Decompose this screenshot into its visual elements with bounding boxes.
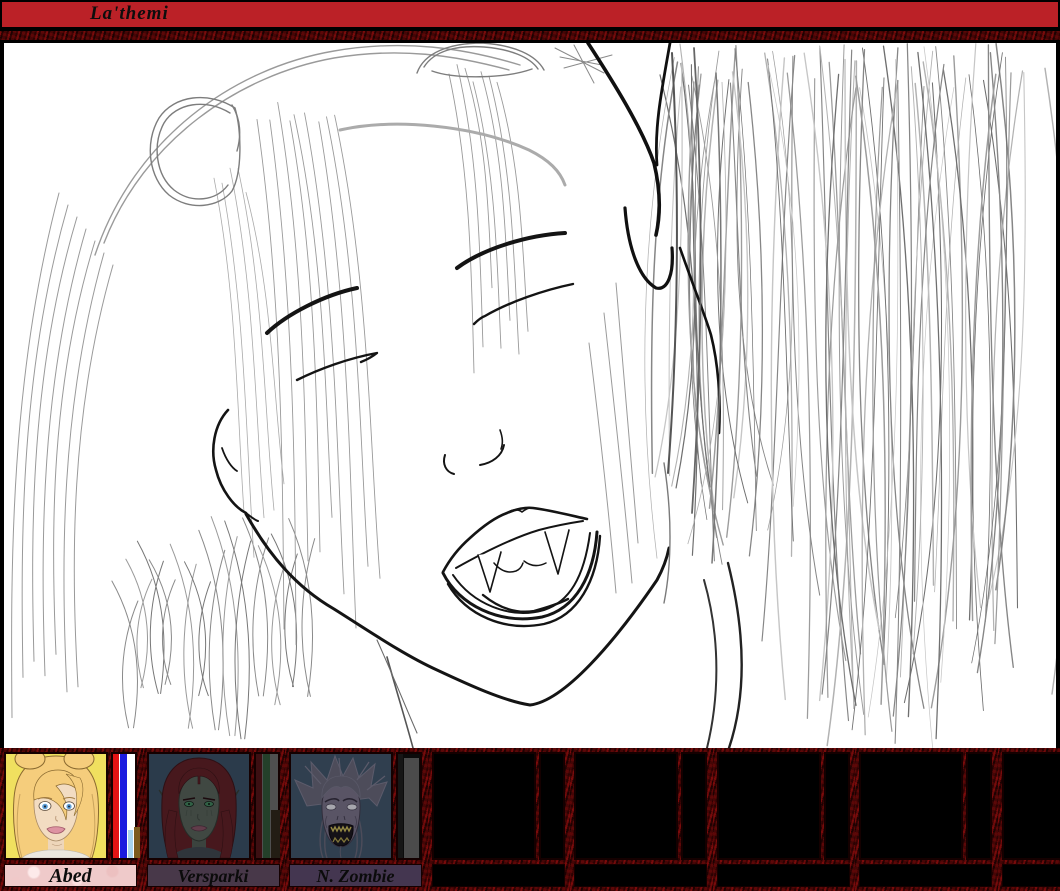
name-plate-empty xyxy=(1002,864,1060,887)
lightblue-bar xyxy=(128,830,133,858)
status-bars-empty xyxy=(824,752,850,860)
game-window: La'themi xyxy=(0,0,1060,891)
name-plate-empty xyxy=(717,864,850,887)
portrait-empty xyxy=(432,752,536,860)
portrait-empty xyxy=(574,752,678,860)
party-slot-empty-4 xyxy=(855,748,998,891)
party-slot-empty-1 xyxy=(428,748,571,891)
party-slot-n-zombie: N. Zombie xyxy=(285,748,428,891)
hair-bun-left xyxy=(150,98,240,206)
red-bar-dim xyxy=(256,754,262,858)
status-bars-versparki xyxy=(254,752,280,860)
brown-bar-dim xyxy=(271,810,280,858)
status-bars-abed xyxy=(111,752,137,860)
vampire-side-hair xyxy=(12,193,315,739)
party-slot-versparki: Versparki xyxy=(143,748,286,891)
vampire-mouth xyxy=(443,508,600,626)
party-slot-empty-2 xyxy=(570,748,713,891)
portrait-versparki[interactable] xyxy=(147,752,251,860)
name-plate-empty xyxy=(859,864,992,887)
name-plate-n-zombie: N. Zombie xyxy=(289,864,422,887)
green-bar-dim xyxy=(263,754,270,858)
dark-bar xyxy=(398,754,403,858)
character-name: Abed xyxy=(49,866,91,886)
hairline xyxy=(340,124,565,185)
party-bar: Abed xyxy=(0,748,1060,891)
grey-bar xyxy=(404,758,419,858)
party-slot-empty-3 xyxy=(713,748,856,891)
name-plate-empty xyxy=(574,864,707,887)
status-bars-empty xyxy=(966,752,992,860)
brown-bar xyxy=(134,827,140,858)
portrait-empty xyxy=(717,752,821,860)
party-slot-empty-5 xyxy=(998,748,1060,891)
frame-top-strip xyxy=(0,30,1060,41)
window-title: La'themi xyxy=(90,3,169,25)
name-plate-versparki: Versparki xyxy=(147,864,280,887)
character-name: N. Zombie xyxy=(317,867,395,885)
scene-canvas[interactable] xyxy=(0,41,1060,748)
blue-bar xyxy=(120,754,127,858)
name-plate-empty xyxy=(432,864,565,887)
portrait-empty xyxy=(859,752,963,860)
status-bars-empty xyxy=(539,752,565,860)
portrait-n-zombie[interactable] xyxy=(289,752,393,860)
portrait-abed[interactable] xyxy=(4,752,108,860)
name-plate-abed: Abed xyxy=(4,864,137,887)
status-bars-empty xyxy=(681,752,707,860)
title-bar: La'themi xyxy=(0,0,1060,30)
red-bar xyxy=(113,754,119,858)
head-outline xyxy=(95,46,520,255)
right-figure-hair xyxy=(645,44,1056,748)
status-bars-n-zombie xyxy=(396,752,422,860)
vampire-face xyxy=(213,233,669,748)
portrait-empty xyxy=(1002,752,1060,860)
party-slot-abed: Abed xyxy=(0,748,143,891)
character-name: Versparki xyxy=(177,867,248,885)
